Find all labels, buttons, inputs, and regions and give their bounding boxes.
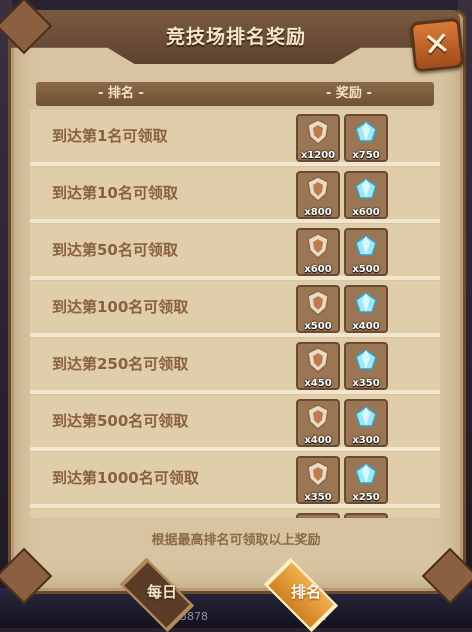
reward-row: 到达第250名可领取 x450 x350: [30, 338, 440, 394]
diamond-gem-icon: [355, 235, 377, 256]
badge-reward[interactable]: x600: [296, 228, 340, 276]
rank-column-label: - 排名 -: [98, 86, 144, 101]
badge-reward[interactable]: x1200: [296, 114, 340, 162]
gem-reward[interactable]: [344, 513, 388, 518]
rank-requirement: 到达第10名可领取: [52, 184, 178, 202]
gem-amount: x600: [352, 207, 380, 218]
gem-reward[interactable]: x400: [344, 285, 388, 333]
badge-reward[interactable]: x350: [296, 456, 340, 504]
badge-amount: x600: [304, 264, 332, 275]
badge-reward[interactable]: x800: [296, 171, 340, 219]
tab-rank-label: 排名: [290, 583, 321, 601]
gem-amount: x400: [352, 321, 380, 332]
gem-reward[interactable]: x500: [344, 228, 388, 276]
arena-badge-icon: [307, 404, 329, 430]
badge-amount: x500: [304, 321, 332, 332]
badge-amount: x1200: [300, 150, 336, 161]
reward-row: 到达第1名可领取 x1200 x750: [30, 110, 440, 166]
reward-row: 到达第100名可领取 x500 x400: [30, 281, 440, 337]
reward-row: 到达第1000名可领取 x350 x250: [30, 452, 440, 508]
gem-amount: x750: [352, 150, 380, 161]
arena-badge-icon: [307, 119, 329, 145]
reward-row: 到达第50名可领取 x600 x500: [30, 224, 440, 280]
reward-list[interactable]: 到达第1名可领取 x1200 x750 到达第10名可领取 x800 x600 …: [30, 110, 440, 518]
diamond-gem-icon: [355, 463, 377, 484]
rank-requirement: 到达第500名可领取: [52, 412, 189, 430]
tab-rank[interactable]: 排名: [258, 557, 354, 632]
badge-amount: x800: [304, 207, 332, 218]
badge-amount: x350: [304, 492, 332, 503]
rank-requirement: 到达第1名可领取: [52, 127, 168, 145]
reward-column-label: - 奖励 -: [326, 86, 372, 101]
gem-amount: x500: [352, 264, 380, 275]
badge-amount: x450: [304, 378, 332, 389]
badge-reward[interactable]: [296, 513, 340, 518]
column-header: - 排名 - - 奖励 -: [36, 82, 434, 106]
gem-reward[interactable]: x750: [344, 114, 388, 162]
diamond-gem-icon: [355, 349, 377, 370]
arena-badge-icon: [307, 347, 329, 373]
reward-row: 到达第10名可领取 x800 x600: [30, 167, 440, 223]
badge-reward[interactable]: x400: [296, 399, 340, 447]
reward-row-partial: [30, 509, 440, 518]
diamond-gem-icon: [355, 292, 377, 313]
diamond-gem-icon: [355, 406, 377, 427]
close-button[interactable]: ✕: [409, 17, 465, 73]
background-bottom: [0, 588, 472, 628]
gem-reward[interactable]: x250: [344, 456, 388, 504]
gem-amount: x250: [352, 492, 380, 503]
badge-amount: x400: [304, 435, 332, 446]
badge-reward[interactable]: x450: [296, 342, 340, 390]
reward-row: 到达第500名可领取 x400 x300: [30, 395, 440, 451]
arena-badge-icon: [307, 290, 329, 316]
gem-amount: x300: [352, 435, 380, 446]
tab-daily-label: 每日: [146, 583, 177, 601]
rank-requirement: 到达第50名可领取: [52, 241, 178, 259]
arena-badge-icon: [307, 461, 329, 487]
tab-daily[interactable]: 每日: [114, 557, 210, 632]
gem-reward[interactable]: x300: [344, 399, 388, 447]
rank-requirement: 到达第1000名可领取: [52, 469, 199, 487]
arena-badge-icon: [307, 233, 329, 259]
gem-reward[interactable]: x350: [344, 342, 388, 390]
gem-reward[interactable]: x600: [344, 171, 388, 219]
diamond-gem-icon: [355, 178, 377, 199]
footer-note: 根据最高排名可领取以上奖励: [151, 533, 321, 548]
gem-amount: x350: [352, 378, 380, 389]
rank-requirement: 到达第100名可领取: [52, 298, 189, 316]
panel-title: 竞技场排名奖励: [165, 26, 306, 48]
arena-badge-icon: [307, 176, 329, 202]
diamond-gem-icon: [355, 121, 377, 142]
close-icon: ✕: [421, 23, 453, 65]
badge-reward[interactable]: x500: [296, 285, 340, 333]
rank-requirement: 到达第250名可领取: [52, 355, 189, 373]
